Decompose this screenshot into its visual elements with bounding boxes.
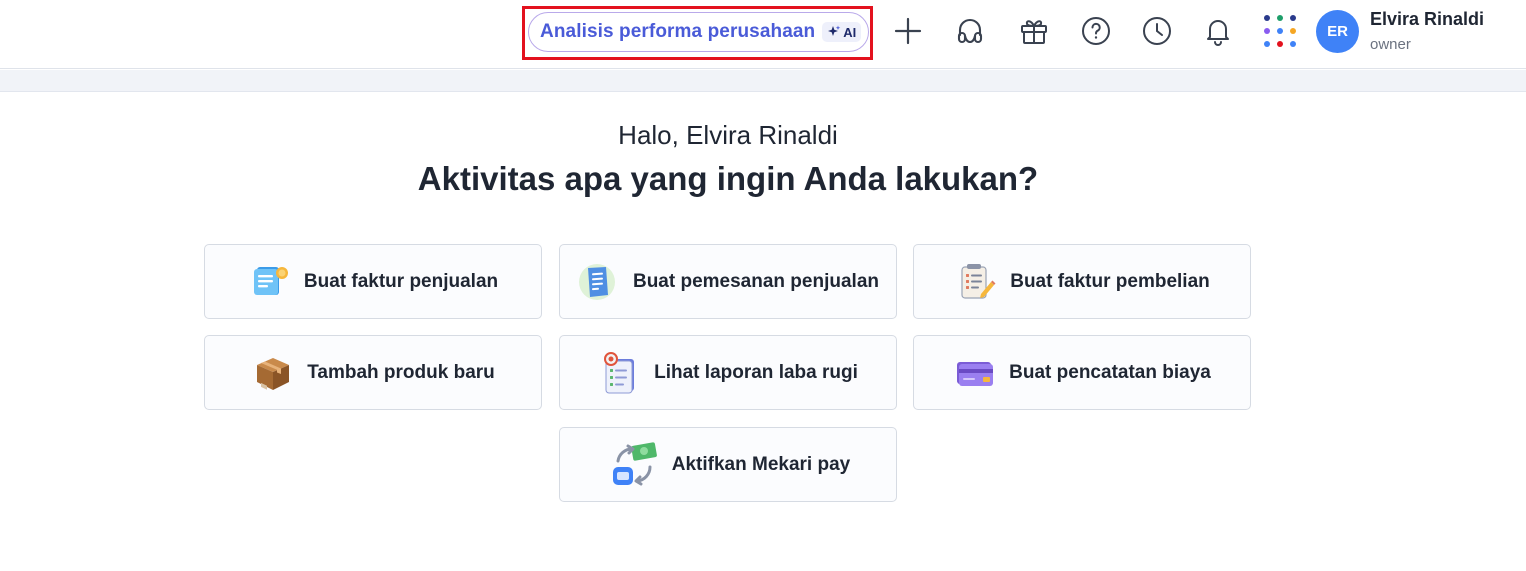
headset-icon[interactable]	[953, 14, 987, 48]
sales-order-icon	[578, 263, 615, 300]
sales-invoice-icon	[253, 266, 288, 295]
action-card-new-product[interactable]: Tambah produk baru	[204, 335, 542, 410]
ai-badge: AI	[822, 22, 862, 42]
product-box-icon	[257, 357, 290, 390]
action-card-label: Buat faktur penjualan	[303, 270, 499, 292]
profit-loss-report-icon	[604, 351, 635, 393]
plus-icon[interactable]	[891, 14, 925, 48]
expense-card-icon	[957, 361, 994, 386]
avatar[interactable]: ER	[1316, 10, 1359, 53]
action-card-purchase-invoice[interactable]: Buat faktur pembelian	[913, 244, 1251, 319]
apps-grid-icon[interactable]	[1262, 13, 1298, 49]
action-card-sales-invoice[interactable]: Buat faktur penjualan	[204, 244, 542, 319]
action-card-label: Buat faktur pembelian	[1010, 270, 1210, 292]
action-card-profit-loss-report[interactable]: Lihat laporan laba rugi	[559, 335, 897, 410]
action-card-sales-order[interactable]: Buat pemesanan penjualan	[559, 244, 897, 319]
action-card-label: Buat pemesanan penjualan	[632, 270, 879, 292]
gift-icon[interactable]	[1017, 14, 1051, 48]
action-card-activate-mekari-pay[interactable]: Aktifkan Mekari pay	[559, 427, 897, 502]
ai-analysis-label: Analisis performa perusahaan	[540, 21, 816, 42]
sparkle-icon	[828, 25, 841, 36]
ai-badge-text: AI	[843, 24, 857, 40]
purchase-invoice-icon	[961, 263, 996, 299]
bell-icon[interactable]	[1201, 14, 1235, 48]
help-icon[interactable]	[1079, 14, 1113, 48]
user-role: owner	[1370, 36, 1411, 53]
ai-analysis-button[interactable]: Analisis performa perusahaan AI	[528, 12, 869, 52]
action-card-label: Lihat laporan laba rugi	[654, 361, 858, 383]
clock-icon[interactable]	[1140, 14, 1174, 48]
mekari-pay-icon	[612, 441, 657, 485]
action-card-label: Tambah produk baru	[307, 361, 495, 383]
action-card-expense-record[interactable]: Buat pencatatan biaya	[913, 335, 1251, 410]
sub-navigation-strip	[0, 70, 1526, 92]
action-card-label: Buat pencatatan biaya	[1009, 361, 1211, 383]
action-card-label: Aktifkan Mekari pay	[671, 453, 851, 475]
greeting-text: Halo, Elvira Rinaldi	[618, 120, 838, 150]
user-name[interactable]: Elvira Rinaldi	[1370, 9, 1484, 30]
page-title: Aktivitas apa yang ingin Anda lakukan?	[417, 160, 1039, 197]
